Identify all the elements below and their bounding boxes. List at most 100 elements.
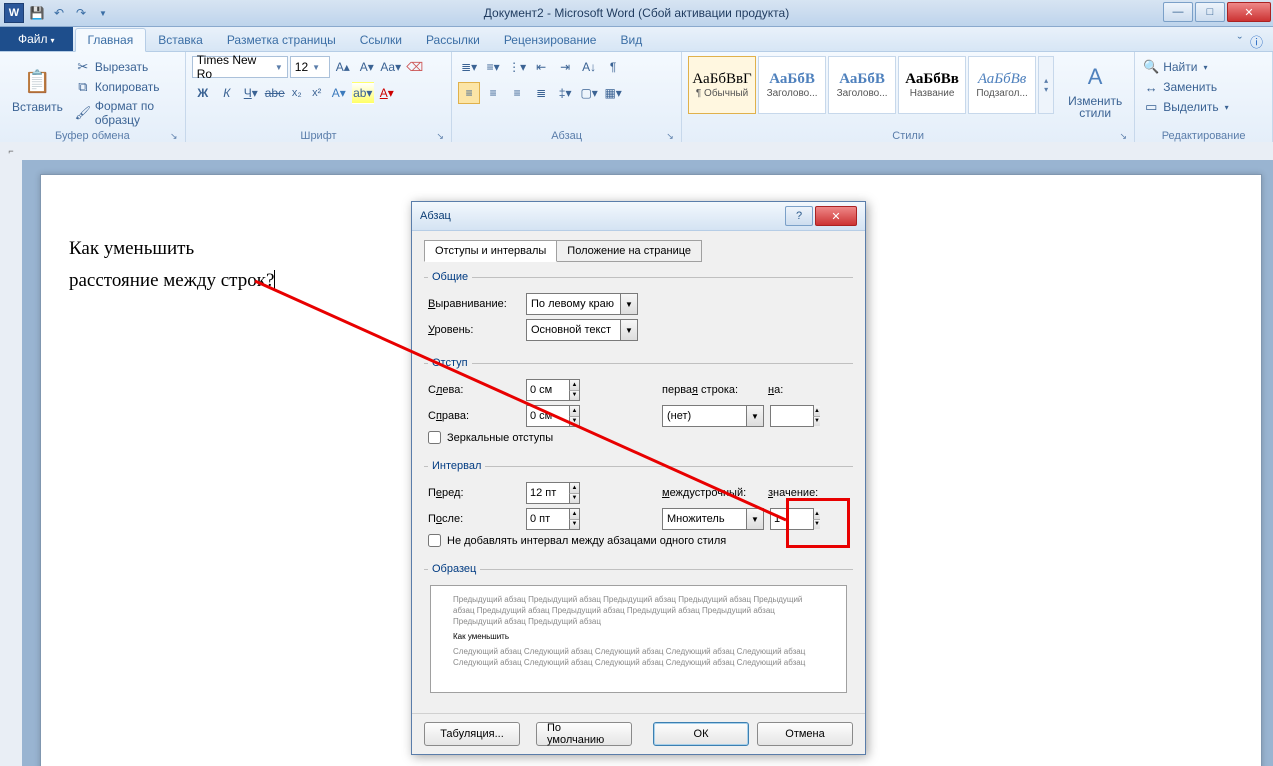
find-icon: 🔍 [1143,59,1159,75]
spin-up-icon[interactable]: ▲ [569,483,579,494]
tab-view[interactable]: Вид [608,29,654,51]
style-heading1[interactable]: АаБбВЗаголово... [758,56,826,114]
indent-right-spinner[interactable]: ▲▼ [526,405,580,427]
clear-format-icon[interactable]: ⌫ [404,56,426,78]
help-icon[interactable]: ⓘ [1250,32,1263,51]
shading-icon[interactable]: ▢▾ [578,82,600,104]
spin-up-icon[interactable]: ▲ [569,406,579,417]
bullets-icon[interactable]: ≣▾ [458,56,480,78]
styles-launcher[interactable]: ↘ [1116,129,1130,143]
grow-font-icon[interactable]: A▴ [332,56,354,78]
multilevel-icon[interactable]: ⋮▾ [506,56,528,78]
line-spacing-select[interactable]: Множитель▼ [662,508,764,530]
document-text[interactable]: Как уменьшить расстояние между строк? [69,233,275,297]
sort-icon[interactable]: A↓ [578,56,600,78]
strike-icon[interactable]: abe [264,82,286,104]
spin-down-icon[interactable]: ▼ [569,417,579,427]
cancel-button[interactable]: Отмена [757,722,853,746]
find-button[interactable]: 🔍Найти▾ [1141,58,1230,76]
tab-insert[interactable]: Вставка [146,29,215,51]
ruler-corner[interactable]: ⌐ [0,142,23,161]
text-effects-icon[interactable]: A▾ [328,82,350,104]
horizontal-ruler[interactable] [22,142,1273,161]
font-name-combo[interactable]: Times New Ro▼ [192,56,288,78]
tab-file[interactable]: Файл [0,27,73,51]
dialog-close-button[interactable]: ✕ [815,206,857,226]
select-button[interactable]: ▭Выделить▾ [1141,98,1230,116]
no-space-checkbox[interactable] [428,534,441,547]
align-right-icon[interactable]: ≡ [506,82,528,104]
line-spacing-icon[interactable]: ‡▾ [554,82,576,104]
space-after-spinner[interactable]: ▲▼ [526,508,580,530]
numbering-icon[interactable]: ≡▾ [482,56,504,78]
tab-references[interactable]: Ссылки [348,29,414,51]
replace-button[interactable]: ↔Заменить [1141,78,1230,96]
mirror-indents-checkbox[interactable] [428,431,441,444]
spin-up-icon[interactable]: ▲ [813,406,820,417]
minimize-ribbon-icon[interactable]: ˇ [1238,34,1242,49]
highlight-icon[interactable]: ab▾ [352,82,374,104]
copy-icon: ⧉ [75,79,91,95]
clipboard-launcher[interactable]: ↘ [167,129,181,143]
spin-up-icon[interactable]: ▲ [569,509,579,520]
tab-mailings[interactable]: Рассылки [414,29,492,51]
indent-left-spinner[interactable]: ▲▼ [526,379,580,401]
tab-home[interactable]: Главная [75,28,147,52]
align-center-icon[interactable]: ≡ [482,82,504,104]
bold-icon[interactable]: Ж [192,82,214,104]
style-subtitle[interactable]: АаБбВвПодзагол... [968,56,1036,114]
format-painter-button[interactable]: 🖌Формат по образцу [73,98,179,128]
font-size-combo[interactable]: 12▼ [290,56,330,78]
italic-icon[interactable]: К [216,82,238,104]
spin-down-icon[interactable]: ▼ [569,520,579,530]
tab-review[interactable]: Рецензирование [492,29,609,51]
maximize-button[interactable]: □ [1195,2,1225,22]
change-styles-button[interactable]: A Изменить стили [1062,54,1128,126]
show-marks-icon[interactable]: ¶ [602,56,624,78]
borders-icon[interactable]: ▦▾ [602,82,624,104]
save-icon[interactable]: 💾 [28,4,46,22]
alignment-select[interactable]: По левому краю▼ [526,293,638,315]
cut-button[interactable]: ✂Вырезать [73,58,179,76]
vertical-ruler[interactable] [0,160,23,766]
style-heading2[interactable]: АаБбВЗаголово... [828,56,896,114]
paste-button[interactable]: 📋 Вставить [6,54,69,126]
tab-layout[interactable]: Разметка страницы [215,29,348,51]
default-button[interactable]: По умолчанию [536,722,632,746]
spin-down-icon[interactable]: ▼ [813,417,820,427]
font-color-icon[interactable]: A▾ [376,82,398,104]
undo-icon[interactable]: ↶ [50,4,68,22]
increase-indent-icon[interactable]: ⇥ [554,56,576,78]
ok-button[interactable]: ОК [653,722,749,746]
level-select[interactable]: Основной текст▼ [526,319,638,341]
redo-icon[interactable]: ↷ [72,4,90,22]
justify-icon[interactable]: ≣ [530,82,552,104]
decrease-indent-icon[interactable]: ⇤ [530,56,552,78]
paragraph-launcher[interactable]: ↘ [663,129,677,143]
replace-icon: ↔ [1143,79,1159,95]
qat-dropdown-icon[interactable]: ▼ [94,4,112,22]
align-left-icon[interactable]: ≡ [458,82,480,104]
copy-button[interactable]: ⧉Копировать [73,78,179,96]
dialog-tab-indents[interactable]: Отступы и интервалы [424,240,557,262]
subscript-icon[interactable]: x₂ [288,83,306,103]
close-button[interactable]: ✕ [1227,2,1271,22]
change-case-icon[interactable]: Aa▾ [380,56,402,78]
tabs-button[interactable]: Табуляция... [424,722,520,746]
first-line-by-spinner[interactable]: ▲▼ [770,405,814,427]
shrink-font-icon[interactable]: A▾ [356,56,378,78]
underline-icon[interactable]: Ч▾ [240,82,262,104]
minimize-button[interactable]: — [1163,2,1193,22]
spin-down-icon[interactable]: ▼ [569,391,579,401]
font-launcher[interactable]: ↘ [433,129,447,143]
spin-up-icon[interactable]: ▲ [569,380,579,391]
dialog-tab-position[interactable]: Положение на странице [556,240,702,262]
superscript-icon[interactable]: x² [308,83,326,103]
style-normal[interactable]: АаБбВвГ¶ Обычный [688,56,756,114]
dialog-help-button[interactable]: ? [785,206,813,226]
style-title[interactable]: АаБбВвНазвание [898,56,966,114]
spin-down-icon[interactable]: ▼ [569,494,579,504]
styles-expand-icon[interactable]: ▴▾ [1038,56,1054,114]
space-before-spinner[interactable]: ▲▼ [526,482,580,504]
first-line-select[interactable]: (нет)▼ [662,405,764,427]
